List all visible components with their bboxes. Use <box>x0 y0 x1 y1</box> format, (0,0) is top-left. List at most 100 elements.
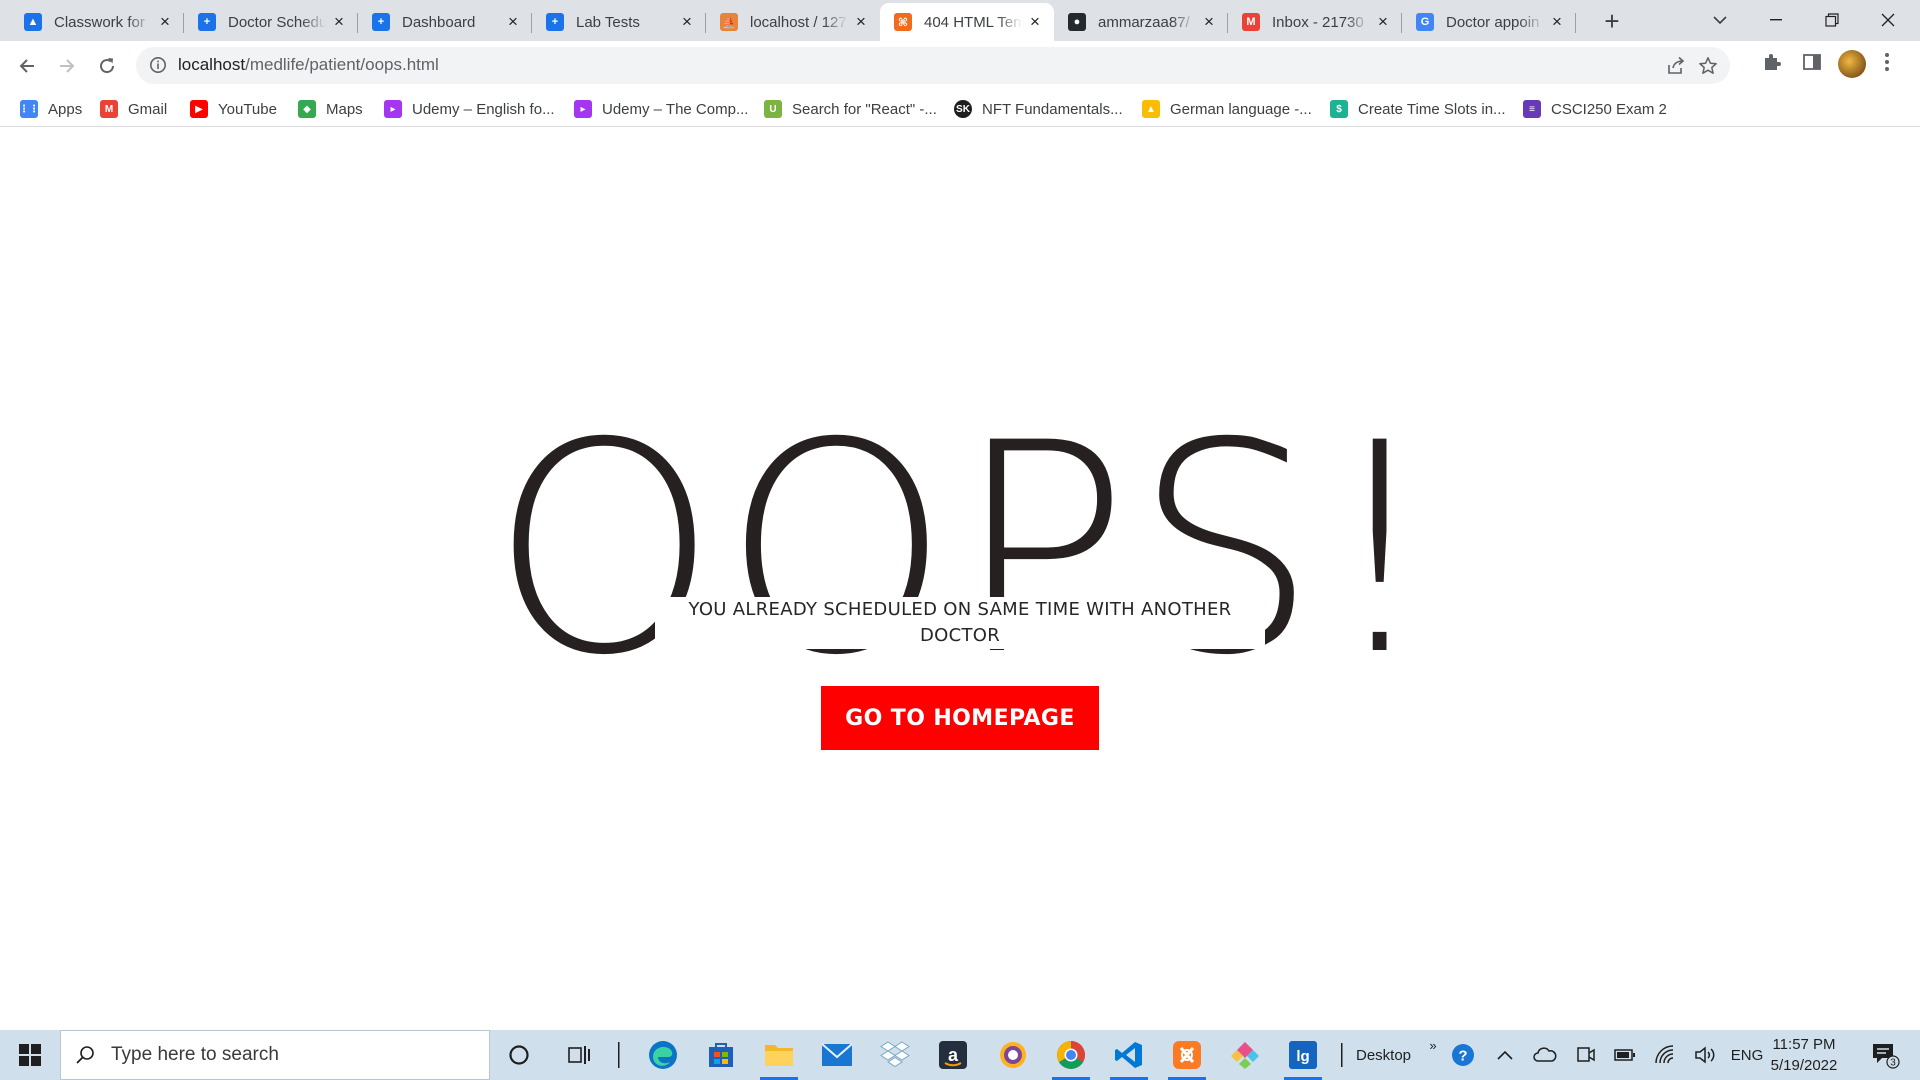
tab-close-icon[interactable]: × <box>330 13 348 31</box>
lightgallery-icon[interactable]: lg <box>1278 1030 1328 1080</box>
minimize-button[interactable] <box>1748 0 1804 40</box>
chrome-menu-icon[interactable] <box>1884 52 1890 77</box>
tab-title: localhost / 127 <box>750 13 847 31</box>
browser-tab[interactable]: ▲ Classwork for × <box>10 3 184 41</box>
file-explorer-icon[interactable] <box>754 1030 804 1080</box>
tab-close-icon[interactable]: × <box>1026 13 1044 31</box>
tab-close-icon[interactable]: × <box>678 13 696 31</box>
notifications-icon[interactable]: 3 <box>1860 1030 1910 1080</box>
bookmark-item[interactable]: ≡ CSCI250 Exam 2 <box>1523 98 1667 120</box>
tab-close-icon[interactable]: × <box>1200 13 1218 31</box>
browser-tab[interactable]: M Inbox - 21730 × <box>1228 3 1402 41</box>
bookmark-item[interactable]: ▶ YouTube <box>190 98 277 120</box>
system-clock[interactable]: 11:57 PM 5/19/2022 <box>1764 1034 1844 1076</box>
taskbar-search-box[interactable]: Type here to search <box>60 1030 490 1080</box>
browser-tab[interactable]: ⌘ 404 HTML Template× <box>880 3 1054 41</box>
clock-date: 5/19/2022 <box>1770 1057 1838 1074</box>
url-text[interactable]: localhost/medlife/patient/oops.html <box>178 55 439 75</box>
search-icon <box>75 1045 95 1065</box>
tab-search-chevron-icon[interactable] <box>1692 0 1748 40</box>
bookmark-item[interactable]: $ Create Time Slots in... <box>1330 98 1506 120</box>
bookmark-label: CSCI250 Exam 2 <box>1551 100 1667 118</box>
address-bar[interactable]: localhost/medlife/patient/oops.html <box>136 47 1730 84</box>
gmail-icon: M <box>100 100 118 118</box>
github-icon: ● <box>1068 13 1086 31</box>
meet-now-icon[interactable] <box>1570 1030 1600 1080</box>
chrome-icon[interactable] <box>1046 1030 1096 1080</box>
volume-icon[interactable] <box>1690 1030 1720 1080</box>
git-kraken-icon[interactable] <box>1220 1030 1270 1080</box>
bookmark-item[interactable]: ◆ Maps <box>298 98 363 120</box>
page-content: OOPS! YOU ALREADY SCHEDULED ON SAME TIME… <box>0 128 1920 1030</box>
maps-icon: ◆ <box>298 100 316 118</box>
tab-strip: ▲Classwork for×+Doctor Schedule×+Dashboa… <box>0 0 1920 41</box>
side-panel-icon[interactable] <box>1802 52 1822 77</box>
google-classroom-icon: ▲ <box>24 13 42 31</box>
back-button[interactable] <box>11 50 43 82</box>
new-tab-button[interactable]: + <box>1598 8 1626 36</box>
windows-start-button[interactable] <box>0 1030 60 1080</box>
svg-text:?: ? <box>1458 1048 1467 1065</box>
browser-tab[interactable]: + Lab Tests × <box>532 3 706 41</box>
forward-button[interactable] <box>51 50 83 82</box>
bookmark-label: Udemy – English fo... <box>412 100 555 118</box>
wifi-icon[interactable] <box>1650 1030 1680 1080</box>
site-info-icon[interactable] <box>149 56 167 79</box>
mail-icon[interactable] <box>812 1030 862 1080</box>
bookmark-label: German language -... <box>1170 100 1312 118</box>
extensions-puzzle-icon[interactable] <box>1762 52 1782 77</box>
restore-button[interactable] <box>1804 0 1860 40</box>
bookmark-star-icon[interactable] <box>1698 56 1718 81</box>
dollar-icon: $ <box>1330 100 1348 118</box>
svg-text:lg: lg <box>1296 1048 1309 1065</box>
xampp-icon[interactable] <box>1162 1030 1212 1080</box>
browser-tab[interactable]: + Dashboard × <box>358 3 532 41</box>
microsoft-store-icon[interactable] <box>696 1030 746 1080</box>
udemy-icon: ▸ <box>384 100 402 118</box>
medical-cross-icon: + <box>546 13 564 31</box>
tab-title: Lab Tests <box>576 13 640 31</box>
tab-close-icon[interactable]: × <box>1374 13 1392 31</box>
tab-close-icon[interactable]: × <box>156 13 174 31</box>
medical-cross-icon: + <box>198 13 216 31</box>
edge-icon[interactable] <box>638 1030 688 1080</box>
close-window-button[interactable] <box>1860 0 1916 40</box>
battery-icon[interactable] <box>1610 1030 1640 1080</box>
bookmark-item[interactable]: ⋮⋮ Apps <box>19 98 82 120</box>
profile-avatar[interactable] <box>1838 50 1866 78</box>
tab-title: Doctor appoin <box>1446 13 1540 31</box>
cortana-icon[interactable] <box>494 1030 544 1080</box>
onedrive-icon[interactable] <box>1530 1030 1560 1080</box>
help-icon[interactable]: ? <box>1448 1030 1478 1080</box>
vscode-icon[interactable] <box>1104 1030 1154 1080</box>
show-hidden-icons-chevron-icon[interactable] <box>1490 1030 1520 1080</box>
browser-tab[interactable]: ⛵ localhost / 127 × <box>706 3 880 41</box>
desktop-label: Desktop <box>1356 1046 1412 1064</box>
dropbox-icon[interactable] <box>870 1030 920 1080</box>
tab-close-icon[interactable]: × <box>852 13 870 31</box>
forms-icon: ≡ <box>1523 100 1541 118</box>
error-message: YOU ALREADY SCHEDULED ON SAME TIME WITH … <box>655 597 1265 649</box>
task-view-icon[interactable] <box>554 1030 604 1080</box>
toolbar-overflow-chevron-icon[interactable]: » <box>1420 1020 1446 1070</box>
bookmark-item[interactable]: ▸ Udemy – The Comp... <box>574 98 748 120</box>
bookmark-item[interactable]: ▲ German language -... <box>1142 98 1312 120</box>
input-language[interactable]: ENG <box>1726 1030 1768 1080</box>
browser-tab[interactable]: + Doctor Schedule× <box>184 3 358 41</box>
share-icon[interactable] <box>1666 56 1686 81</box>
bookmark-label: Create Time Slots in... <box>1358 100 1506 118</box>
amazon-icon[interactable]: a <box>928 1030 978 1080</box>
phpmyadmin-icon: ⛵ <box>720 13 738 31</box>
bookmark-item[interactable]: U Search for "React" -... <box>764 98 937 120</box>
bookmark-item[interactable]: SK NFT Fundamentals... <box>954 98 1123 120</box>
tab-close-icon[interactable]: × <box>1548 13 1566 31</box>
browser-tab[interactable]: G Doctor appoin × <box>1402 3 1576 41</box>
youtube-icon: ▶ <box>190 100 208 118</box>
bookmark-item[interactable]: ▸ Udemy – English fo... <box>384 98 555 120</box>
reload-button[interactable] <box>91 50 123 82</box>
browser-tab[interactable]: ● ammarzaa87/ × <box>1054 3 1228 41</box>
tab-close-icon[interactable]: × <box>504 13 522 31</box>
tor-browser-icon[interactable] <box>988 1030 1038 1080</box>
go-to-homepage-button[interactable]: GO TO HOMEPAGE <box>821 686 1099 750</box>
bookmark-item[interactable]: M Gmail <box>100 98 167 120</box>
